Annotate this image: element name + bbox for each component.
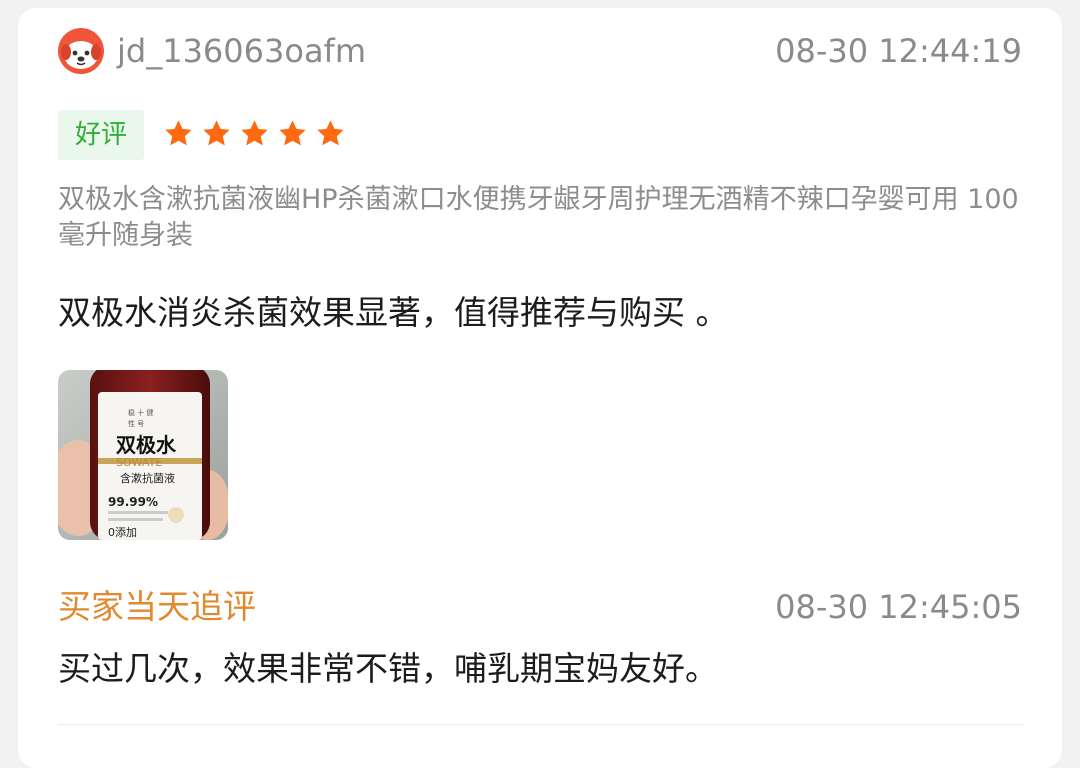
product-title-link[interactable]: 双极水含漱抗菌液幽HP杀菌漱口水便携牙龈牙周护理无酒精不辣口孕婴可用 100毫升… xyxy=(58,182,1028,254)
photo-brand-text: 双极水 xyxy=(116,433,177,457)
positive-review-badge: 好评 xyxy=(58,110,144,160)
follow-up-label: 买家当天追评 xyxy=(58,587,256,626)
follow-up-comment: 买过几次，效果非常不错，哺乳期宝妈友好。 xyxy=(58,649,718,688)
follow-up-timestamp: 08-30 12:45:05 xyxy=(775,588,1022,626)
photo-subtitle-text: 含漱抗菌液 xyxy=(120,471,175,485)
star-icon xyxy=(203,120,230,146)
photo-percent-text: 99.99% xyxy=(108,495,158,509)
star-icon xyxy=(241,120,268,146)
photo-zero-add-text: 0添加 xyxy=(108,525,137,539)
star-icon xyxy=(165,120,192,146)
photo-small-text: 稳 十 健 xyxy=(128,408,153,417)
review-comment: 双极水消炎杀菌效果显著，值得推荐与购买 。 xyxy=(58,293,729,332)
star-icon xyxy=(279,120,306,146)
reviewer-username[interactable]: jd_136063oafm xyxy=(117,31,366,71)
review-photo[interactable]: 稳 十 健 性 号 双极水 SOWATE 含漱抗菌液 99.99% 0添加 xyxy=(58,370,228,540)
user-avatar-icon[interactable] xyxy=(58,28,104,74)
divider xyxy=(58,724,1024,725)
star-icon xyxy=(317,120,344,146)
photo-brand-en-text: SOWATE xyxy=(116,456,162,469)
review-timestamp: 08-30 12:44:19 xyxy=(775,32,1022,70)
star-rating xyxy=(163,118,346,149)
photo-small-text: 性 号 xyxy=(128,419,144,428)
